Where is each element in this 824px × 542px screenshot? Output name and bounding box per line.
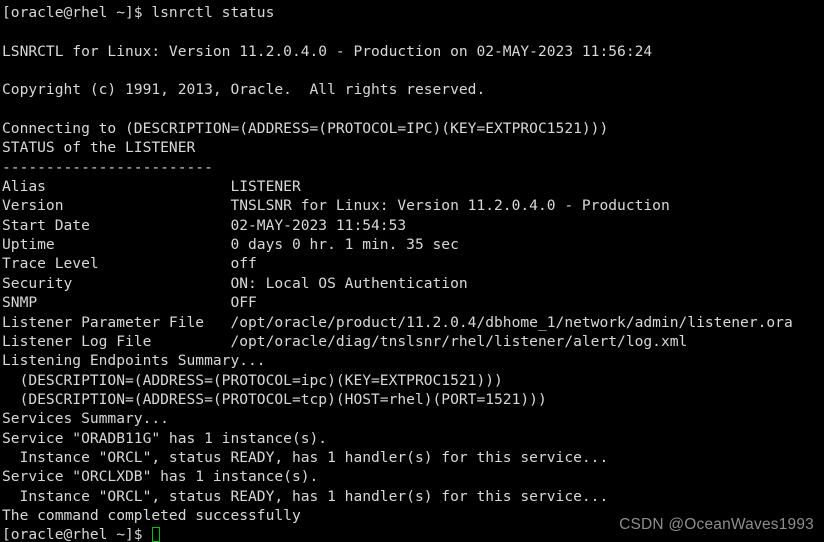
terminal-line-listener-log-file: Listener Log File /opt/oracle/diag/tnsls… <box>2 332 688 350</box>
terminal-line-connecting: Connecting to (DESCRIPTION=(ADDRESS=(PRO… <box>2 120 609 138</box>
terminal-line-uptime: Uptime 0 days 0 hr. 1 min. 35 sec <box>2 236 459 254</box>
terminal-line-copyright: Copyright (c) 1991, 2013, Oracle. All ri… <box>2 81 486 99</box>
text-cursor[interactable] <box>152 527 161 542</box>
terminal-line-alias: Alias LISTENER <box>2 178 301 196</box>
watermark-label: CSDN @OceanWaves1993 <box>619 515 814 533</box>
terminal-line-listening-endpoints-heading: Listening Endpoints Summary... <box>2 352 266 370</box>
terminal-line-service-oradb11g: Service "ORADB11G" has 1 instance(s). <box>2 429 328 447</box>
terminal-line-services-summary-heading: Services Summary... <box>2 410 169 428</box>
terminal-line-separator: ------------------------ <box>2 158 213 176</box>
terminal-line-endpoint-tcp: (DESCRIPTION=(ADDRESS=(PROTOCOL=tcp)(HOS… <box>2 390 547 408</box>
terminal-line-security: Security ON: Local OS Authentication <box>2 274 468 292</box>
terminal-line-start-date: Start Date 02-MAY-2023 11:54:53 <box>2 216 407 234</box>
terminal-line-service-orclxdb: Service "ORCLXDB" has 1 instance(s). <box>2 468 319 486</box>
terminal-line-listener-parameter-file: Listener Parameter File /opt/oracle/prod… <box>2 313 793 331</box>
terminal-screen[interactable]: [oracle@rhel ~]$ lsnrctl status LSNRCTL … <box>0 0 824 542</box>
shell-prompt: [oracle@rhel ~]$ <box>2 526 152 542</box>
terminal-line-instance-orclxdb: Instance "ORCL", status READY, has 1 han… <box>2 487 609 505</box>
terminal-line-command-prompt: [oracle@rhel ~]$ lsnrctl status <box>2 4 275 21</box>
terminal-line-endpoint-ipc: (DESCRIPTION=(ADDRESS=(PROTOCOL=ipc)(KEY… <box>2 371 503 389</box>
terminal-line-status-heading: STATUS of the LISTENER <box>2 139 196 157</box>
terminal-line-trace-level: Trace Level off <box>2 255 257 273</box>
terminal-line-version: Version TNSLSNR for Linux: Version 11.2.… <box>2 197 670 215</box>
terminal-line-instance-oradb11g: Instance "ORCL", status READY, has 1 han… <box>2 448 609 466</box>
terminal-line-snmp: SNMP OFF <box>2 294 257 312</box>
terminal-line-lsnrctl-banner: LSNRCTL for Linux: Version 11.2.0.4.0 - … <box>2 42 653 60</box>
